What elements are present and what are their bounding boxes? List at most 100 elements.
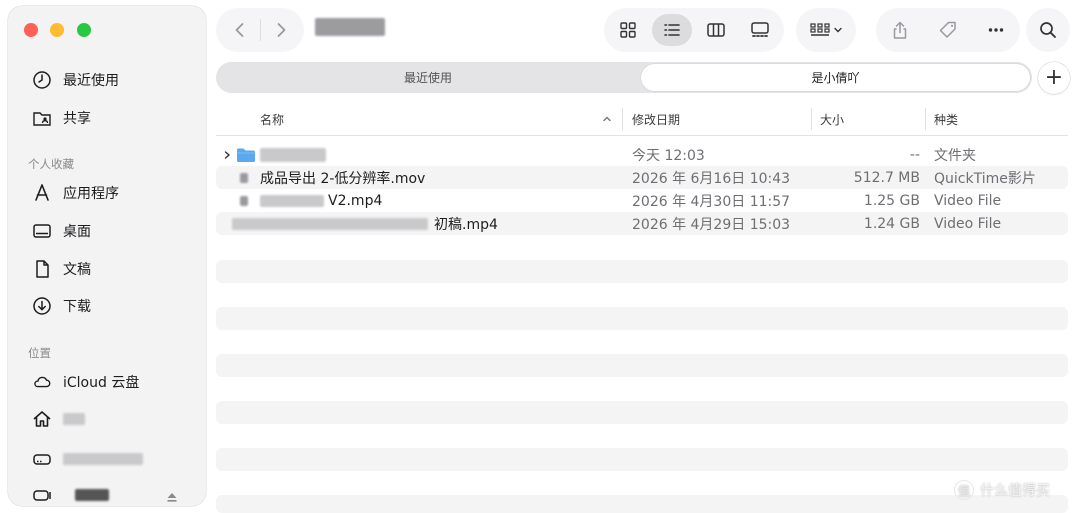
watermark-text: 什么值得买 <box>980 483 1050 499</box>
list-icon <box>664 24 680 36</box>
chevron-right-icon <box>277 23 286 37</box>
window-title <box>315 18 387 38</box>
search-icon <box>1040 22 1056 38</box>
table-row[interactable]: 成品导出 2-低分辨率.mov 2026 年 6月16日 10:43 512.7… <box>216 166 1068 189</box>
empty-row <box>216 401 1068 424</box>
empty-row <box>216 354 1068 377</box>
back-button[interactable] <box>220 14 260 46</box>
empty-row <box>216 448 1068 471</box>
share-button[interactable] <box>880 14 920 46</box>
folder-icon <box>236 143 256 166</box>
external-drive-icon <box>30 484 54 506</box>
sidebar-section-locations: 位置 <box>28 346 51 360</box>
zoom-window-button[interactable] <box>77 23 91 37</box>
column-header-label: 大小 <box>820 112 845 127</box>
sidebar-item-label: iCloud 云盘 <box>63 375 140 391</box>
download-icon <box>30 295 54 317</box>
file-name <box>260 143 326 166</box>
sidebar-item-label: 桌面 <box>63 224 91 240</box>
share-icon <box>893 21 907 39</box>
sidebar-item-label: 应用程序 <box>63 186 119 202</box>
columns-icon <box>707 23 725 37</box>
navigation-controls <box>216 8 304 52</box>
sidebar-item-applications[interactable]: 应用程序 <box>30 180 119 206</box>
sidebar-item-drive[interactable] <box>30 446 143 472</box>
sidebar-item-label: 文稿 <box>63 262 91 278</box>
document-icon <box>30 258 54 280</box>
file-kind: 文件夹 <box>934 147 976 164</box>
column-header-size[interactable]: 大小 <box>820 104 920 134</box>
list-view-button[interactable] <box>652 14 692 46</box>
sidebar-item-label: 最近使用 <box>63 73 119 89</box>
sidebar-item-shared[interactable]: 共享 <box>30 105 91 131</box>
forward-button[interactable] <box>261 14 301 46</box>
column-header-label: 名称 <box>260 112 285 127</box>
tab-current-folder[interactable]: 是小倩吖 <box>641 64 1030 91</box>
file-thumbnail-icon <box>236 166 248 189</box>
tab-label: 最近使用 <box>403 71 452 85</box>
tab-bar: 最近使用 是小倩吖 <box>216 62 1032 93</box>
file-name-suffix: 初稿.mp4 <box>434 216 498 233</box>
redacted-label <box>75 489 109 501</box>
column-header-label: 种类 <box>934 112 959 127</box>
column-header-name[interactable]: 名称 <box>260 104 616 134</box>
file-modified: 2026 年 4月30日 11:57 <box>632 193 791 210</box>
file-size: 1.25 GB <box>863 192 920 209</box>
sidebar-item-home[interactable] <box>30 406 85 432</box>
sidebar-section-favorites: 个人收藏 <box>28 157 74 171</box>
file-modified: 2026 年 4月29日 15:03 <box>632 216 791 233</box>
tag-button[interactable] <box>928 14 968 46</box>
column-divider[interactable] <box>622 108 623 130</box>
file-modified: 今天 12:03 <box>632 147 705 164</box>
file-size: -- <box>909 146 920 163</box>
icon-view-button[interactable] <box>608 14 648 46</box>
gallery-view-button[interactable] <box>740 14 780 46</box>
sidebar-item-external-drive[interactable] <box>30 482 109 508</box>
desktop-icon <box>30 220 54 242</box>
file-kind: Video File <box>934 192 1002 209</box>
watermark: 值 什么值得买 <box>954 480 1050 500</box>
column-divider[interactable] <box>811 108 812 130</box>
file-kind: QuickTime影片 <box>934 170 1036 187</box>
minimize-window-button[interactable] <box>50 23 64 37</box>
column-header-kind[interactable]: 种类 <box>934 104 1064 134</box>
view-mode-selector <box>604 8 784 52</box>
new-tab-button[interactable]: + <box>1038 62 1070 94</box>
close-window-button[interactable] <box>24 23 38 37</box>
tab-recents[interactable]: 最近使用 <box>218 64 638 91</box>
tag-icon <box>939 21 956 38</box>
file-modified: 2026 年 6月16日 10:43 <box>632 170 791 187</box>
applications-icon <box>30 182 54 204</box>
column-header-modified[interactable]: 修改日期 <box>632 104 812 134</box>
sidebar-item-label: 下载 <box>63 299 91 315</box>
file-thumbnail-icon <box>236 189 248 212</box>
table-row[interactable]: 今天 12:03 -- 文件夹 <box>216 143 1068 166</box>
table-row[interactable]: 初稿.mp4 2026 年 4月29日 15:03 1.24 GB Video … <box>216 212 1068 235</box>
search-button[interactable] <box>1026 8 1070 52</box>
file-size: 512.7 MB <box>853 169 920 186</box>
column-header-label: 修改日期 <box>632 112 681 127</box>
file-size: 1.24 GB <box>863 215 920 232</box>
home-icon <box>30 408 54 430</box>
empty-row <box>216 260 1068 283</box>
file-name: 成品导出 2-低分辨率.mov <box>260 170 426 187</box>
finder-window: 最近使用 共享 个人收藏 应用程序 桌面 文稿 下载 位置 iCloud 云盘 … <box>0 0 1080 513</box>
sidebar-item-downloads[interactable]: 下载 <box>30 293 91 319</box>
redacted-label <box>63 413 85 425</box>
column-view-button[interactable] <box>696 14 736 46</box>
table-row[interactable]: V2.mp4 2026 年 4月30日 11:57 1.25 GB Video … <box>216 189 1068 212</box>
more-actions-button[interactable] <box>976 14 1016 46</box>
eject-icon[interactable] <box>166 488 178 502</box>
header-divider <box>216 135 1068 136</box>
redacted-name <box>260 147 326 162</box>
sort-ascending-icon <box>603 116 611 122</box>
redacted-title <box>315 18 385 36</box>
column-divider[interactable] <box>925 108 926 130</box>
sidebar-item-recents[interactable]: 最近使用 <box>30 67 119 93</box>
sidebar-item-desktop[interactable]: 桌面 <box>30 218 91 244</box>
file-name: V2.mp4 <box>260 189 382 212</box>
sidebar-item-documents[interactable]: 文稿 <box>30 256 91 282</box>
sidebar-item-icloud[interactable]: iCloud 云盘 <box>30 369 139 395</box>
disclosure-chevron-icon[interactable] <box>222 143 232 166</box>
group-by-menu[interactable] <box>796 8 856 52</box>
